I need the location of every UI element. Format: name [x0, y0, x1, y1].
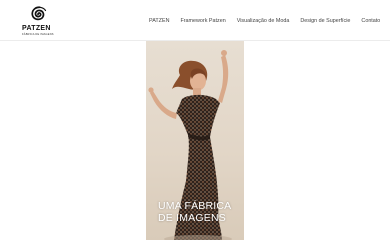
nav-item-fashion-visualization[interactable]: Visualização de Moda — [237, 18, 290, 24]
brand-name: PATZEN — [22, 25, 51, 32]
hero-title-line-2: DE IMAGENS — [158, 212, 226, 224]
main-nav: PATZEN Framework Patzen Visualização de … — [149, 16, 380, 26]
brand-tagline: FÁBRICA DE IMAGENS — [22, 33, 54, 36]
nav-item-framework[interactable]: Framework Patzen — [180, 18, 225, 24]
spiral-logo-icon — [31, 6, 47, 21]
hero-title-line-1: UMA FÁBRICA — [158, 200, 232, 212]
brand-logo[interactable]: PATZEN FÁBRICA DE IMAGENS — [22, 5, 54, 37]
nav-item-patzen[interactable]: PATZEN — [149, 18, 169, 24]
hero-title: UMA FÁBRICA DE IMAGENS — [158, 200, 248, 224]
nav-item-contact[interactable]: Contato — [361, 18, 380, 24]
site-header: PATZEN FÁBRICA DE IMAGENS PATZEN Framewo… — [0, 0, 390, 41]
nav-item-surface-design[interactable]: Design de Superfície — [300, 18, 350, 24]
